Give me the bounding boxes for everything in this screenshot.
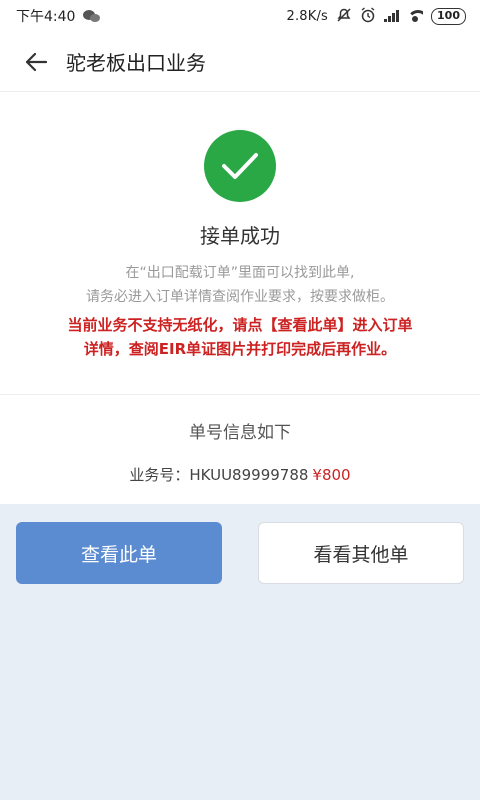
wechat-icon: [83, 9, 101, 23]
signal-icon: [384, 10, 400, 22]
order-number-line: 业务号：HKUU89999788 ¥800: [0, 464, 480, 485]
page-title: 驼老板出口业务: [66, 51, 206, 75]
warning-line1: 当前业务不支持无纸化，请点【查看此单】进入订单: [67, 316, 413, 334]
status-right: 2.8K/s 100: [286, 6, 466, 26]
order-info-title: 单号信息如下: [189, 423, 291, 443]
view-order-button[interactable]: 查看此单: [16, 522, 222, 584]
status-bar: 下午4:40 2.8K/s 100: [0, 0, 480, 32]
check-icon: [204, 130, 276, 202]
wifi-icon: [407, 10, 424, 22]
warning-line2: 详情，查阅EIR单证图片并打印完成后再作业。: [83, 340, 397, 358]
app-header: 驼老板出口业务: [0, 32, 480, 92]
order-price: ¥800: [312, 466, 351, 484]
net-speed: 2.8K/s: [286, 8, 329, 24]
mute-icon: [336, 7, 352, 25]
battery-indicator: 100: [431, 7, 466, 25]
divider: [0, 394, 480, 395]
back-arrow-icon[interactable]: [14, 40, 58, 84]
success-panel: 接单成功 在“出口配载订单”里面可以找到此单, 请务必进入订单详情查阅作业要求，…: [0, 92, 480, 504]
order-number: HKUU89999788: [189, 466, 309, 484]
view-others-button[interactable]: 看看其他单: [258, 522, 464, 584]
order-number-label: 业务号：: [129, 466, 190, 484]
alarm-icon: [360, 6, 376, 26]
success-desc-line2: 请务必进入订单详情查阅作业要求，按要求做柜。: [86, 289, 394, 305]
success-title: 接单成功: [200, 224, 280, 248]
status-left: 下午4:40: [16, 6, 101, 26]
status-time: 下午4:40: [16, 9, 76, 25]
success-desc-line1: 在“出口配载订单”里面可以找到此单,: [125, 265, 355, 281]
